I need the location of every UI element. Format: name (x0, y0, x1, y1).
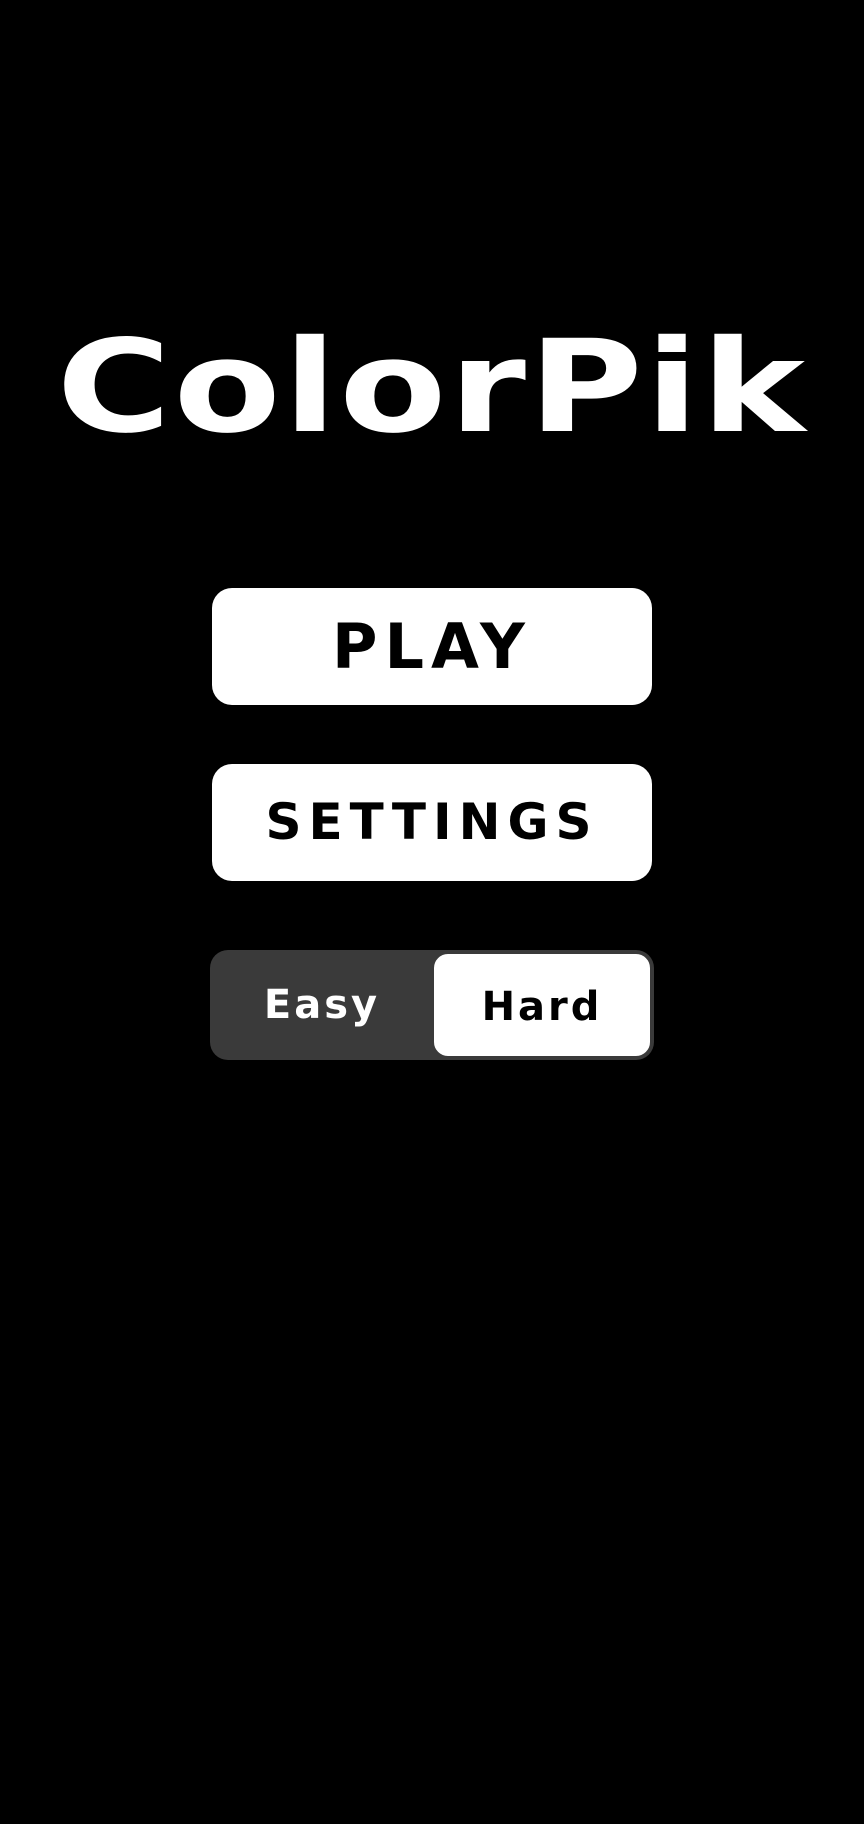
play-button[interactable]: PLAY (212, 588, 652, 705)
app-title: ColorPik (56, 313, 808, 462)
settings-button[interactable]: SETTINGS (212, 764, 652, 881)
main-menu-screen: ColorPik PLAY SETTINGS Easy Hard (0, 0, 864, 1824)
difficulty-option-hard[interactable]: Hard (432, 952, 652, 1058)
difficulty-toggle: Easy Hard (210, 950, 654, 1060)
difficulty-option-easy[interactable]: Easy (212, 952, 432, 1058)
